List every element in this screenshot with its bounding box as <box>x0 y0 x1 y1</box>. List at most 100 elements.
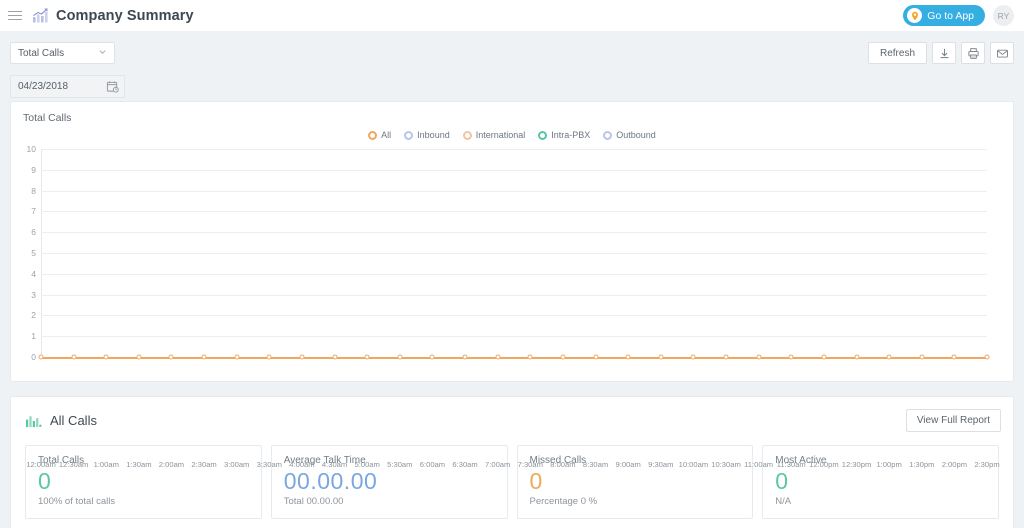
y-axis-tick-label: 5 <box>31 248 36 258</box>
data-point-marker[interactable] <box>951 354 957 360</box>
legend-item-international[interactable]: International <box>462 130 525 140</box>
legend-item-intra-pbx[interactable]: Intra-PBX <box>538 130 590 140</box>
data-point-marker[interactable] <box>462 354 468 360</box>
x-axis-labels: 12:00am 12:30am 1:00am 1:30am 2:00am 2:30am 3:… <box>26 460 999 474</box>
gridline <box>41 253 987 254</box>
data-point-marker[interactable] <box>429 354 435 360</box>
data-point-marker[interactable] <box>821 354 827 360</box>
x-axis-tick-label: 12:30pm <box>841 460 872 469</box>
top-bar-right: Go to App RY <box>903 5 1014 26</box>
mail-icon[interactable] <box>990 42 1014 64</box>
calendar-icon[interactable] <box>106 80 119 93</box>
go-to-app-button[interactable]: Go to App <box>903 5 985 26</box>
series-line-all <box>41 357 987 359</box>
data-point-marker[interactable] <box>332 354 338 360</box>
x-axis-tick-label: 2:30pm <box>974 460 1000 469</box>
chart-legend: All Inbound International Intra-PBX Outbound <box>11 130 1013 140</box>
download-icon[interactable] <box>932 42 956 64</box>
view-full-report-button[interactable]: View Full Report <box>905 409 1001 432</box>
legend-label: Inbound <box>417 130 450 140</box>
legend-swatch-icon <box>538 130 548 140</box>
x-axis-tick-label: 12:00pm <box>809 460 839 469</box>
x-axis-tick-label: 10:00am <box>678 460 709 469</box>
chart-panel: Total Calls All Inbound International Intra… <box>10 101 1014 469</box>
data-point-marker[interactable] <box>560 354 566 360</box>
summary-cards: Total Calls 0 100% of total calls Average T… <box>11 432 1013 519</box>
x-axis-tick-label: 1:00pm <box>876 460 902 469</box>
data-point-marker[interactable] <box>984 354 990 360</box>
x-axis-tick-label: 12:00am <box>26 460 56 469</box>
legend-swatch-icon <box>368 130 378 140</box>
x-axis-tick-label: 2:30am <box>191 460 217 469</box>
chart-title: Total Calls <box>23 112 72 124</box>
data-point-marker[interactable] <box>723 354 729 360</box>
toolbar-actions: Refresh <box>867 42 1014 64</box>
data-point-marker[interactable] <box>919 354 925 360</box>
data-point-marker[interactable] <box>625 354 631 360</box>
data-point-marker[interactable] <box>527 354 533 360</box>
data-point-marker[interactable] <box>854 354 860 360</box>
x-axis-tick-label: 7:30am <box>517 460 543 469</box>
x-axis-tick-label: 1:30pm <box>909 460 935 469</box>
y-axis-tick-label: 1 <box>31 331 36 342</box>
data-point-marker[interactable] <box>886 354 892 360</box>
hamburger-icon[interactable] <box>8 11 22 20</box>
data-point-marker[interactable] <box>495 354 501 360</box>
data-point-marker[interactable] <box>234 354 240 360</box>
data-point-marker[interactable] <box>103 354 109 360</box>
data-point-marker[interactable] <box>168 354 174 360</box>
date-input[interactable]: 04/23/2018 <box>10 75 125 98</box>
data-point-marker[interactable] <box>201 354 207 360</box>
gridline <box>41 149 987 150</box>
data-point-marker[interactable] <box>593 354 599 360</box>
y-axis-tick-label: 0 <box>31 352 36 362</box>
report-type-value: Total Calls <box>18 47 65 59</box>
y-axis-tick-label: 7 <box>31 206 36 217</box>
data-point-marker[interactable] <box>364 354 370 360</box>
gridline <box>41 190 987 192</box>
data-point-marker[interactable] <box>756 354 762 360</box>
x-axis-tick-label: 9:30am <box>648 460 674 469</box>
x-axis-tick-label: 1:30am <box>126 460 152 469</box>
report-type-select[interactable]: Total Calls <box>10 42 115 64</box>
summary-card-sub: 100% of total calls <box>38 496 116 507</box>
print-icon[interactable] <box>961 42 985 64</box>
chevron-down-icon <box>98 47 107 59</box>
avatar[interactable]: RY <box>993 5 1014 26</box>
gridline <box>41 169 987 171</box>
y-axis-tick-label: 9 <box>31 164 36 175</box>
legend-item-all[interactable]: All <box>368 130 391 140</box>
x-axis-tick-label: 8:30am <box>582 460 609 469</box>
y-axis-tick-label: 6 <box>31 227 36 238</box>
x-axis-tick-label: 5:30am <box>387 460 413 469</box>
data-point-marker[interactable] <box>136 354 142 360</box>
data-point-marker[interactable] <box>71 354 77 360</box>
refresh-button[interactable]: Refresh <box>867 42 927 64</box>
gridline <box>41 232 987 234</box>
legend-swatch-icon <box>603 130 613 140</box>
gridline <box>41 294 987 296</box>
gridline <box>41 315 987 317</box>
data-point-marker[interactable] <box>788 354 794 360</box>
location-pin-icon <box>907 8 923 23</box>
legend-label: Intra-PBX <box>551 130 591 140</box>
x-axis-tick-label: 3:00am <box>224 460 250 469</box>
summary-card: Most Active 0 N/A <box>762 445 999 519</box>
x-axis-tick-label: 11:00am <box>744 460 774 469</box>
data-point-marker[interactable] <box>690 354 696 360</box>
data-point-marker[interactable] <box>266 354 272 360</box>
x-axis-tick-label: 2:00pm <box>941 460 968 469</box>
legend-swatch-icon <box>404 130 414 140</box>
x-axis-tick-label: 3:30am <box>256 460 283 469</box>
legend-item-outbound[interactable]: Outbound <box>603 130 656 140</box>
data-point-marker[interactable] <box>299 354 305 360</box>
legend-item-inbound[interactable]: Inbound <box>404 130 450 140</box>
summary-card-sub: Percentage 0 % <box>529 496 598 507</box>
x-axis-tick-label: 5:00am <box>354 460 380 469</box>
x-axis-tick-label: 4:30am <box>321 460 348 469</box>
data-point-marker[interactable] <box>397 354 403 360</box>
avatar-initials: RY <box>997 10 1010 21</box>
data-point-marker[interactable] <box>658 354 664 360</box>
data-point-marker[interactable] <box>38 354 44 360</box>
x-axis-tick-label: 4:00am <box>289 460 315 469</box>
